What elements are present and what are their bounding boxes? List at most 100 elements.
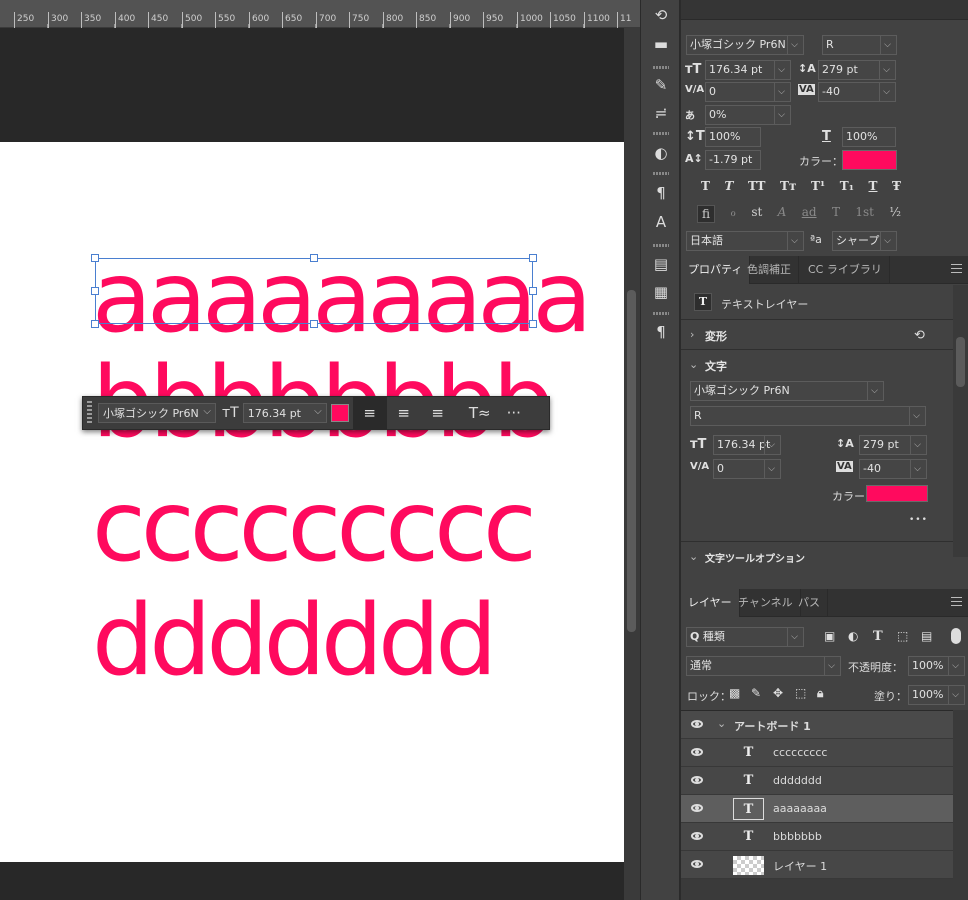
layer-row[interactable]: T ddddddd	[681, 767, 953, 795]
paragraph-icon[interactable]: ¶	[650, 321, 672, 343]
char-leading-select[interactable]: 279 pt ⌵	[818, 60, 896, 80]
text-layer-d[interactable]: ddddddd	[92, 592, 497, 690]
history-icon[interactable]: ⟲	[650, 4, 672, 26]
notes-icon[interactable]: ▦	[650, 281, 672, 303]
align-center-button[interactable]: ≡	[387, 396, 421, 430]
chevron-down-icon[interactable]: ⌄	[717, 717, 726, 730]
transform-handle-r[interactable]	[529, 287, 537, 295]
layers-scrollbar[interactable]	[953, 710, 968, 900]
strikethrough-button[interactable]: Ŧ	[892, 179, 901, 193]
panel-menu-icon[interactable]	[951, 264, 962, 273]
layer-row-selected[interactable]: T aaaaaaaa	[681, 795, 953, 823]
lock-transparent-icon[interactable]: ▩	[729, 686, 740, 700]
prop-leading-select[interactable]: 279 pt ⌵	[859, 435, 927, 455]
filter-adjustment-icon[interactable]: ◐	[848, 629, 858, 643]
layer-row[interactable]: レイヤー 1	[681, 851, 953, 879]
char-hscale-input[interactable]: 100%	[842, 127, 896, 147]
chevron-down-icon[interactable]: ⌄	[689, 358, 698, 371]
char-color-swatch[interactable]	[842, 150, 897, 170]
more-options-icon[interactable]: •••	[909, 515, 928, 525]
stylistic-alternates-button[interactable]: st	[751, 205, 762, 223]
char-baseline-input[interactable]: -1.79 pt	[705, 150, 761, 170]
tab-cc-libraries[interactable]: CC ライブラリ	[801, 256, 890, 284]
transform-bounding-box[interactable]	[91, 254, 537, 328]
fractions-button[interactable]: ½	[889, 205, 901, 223]
lock-brush-icon[interactable]: ✎	[751, 686, 761, 700]
warp-text-button[interactable]: T≈	[463, 396, 497, 430]
fill-input[interactable]: 100% ⌵	[908, 685, 965, 705]
clone-source-icon[interactable]: ◐	[650, 142, 672, 164]
visibility-eye-icon[interactable]	[691, 804, 703, 812]
language-select[interactable]: 日本語 ⌵	[686, 231, 804, 251]
font-size-select[interactable]: 176.34 pt ⌵	[242, 403, 327, 423]
tab-adjustments[interactable]: 色調補正	[740, 256, 799, 284]
reset-transform-icon[interactable]: ⟲	[914, 328, 925, 343]
char-font-style-select[interactable]: R ⌵	[822, 35, 897, 55]
char-font-family-select[interactable]: 小塚ゴシック Pr6N ⌵	[686, 35, 804, 55]
visibility-eye-icon[interactable]	[691, 860, 703, 868]
visibility-eye-icon[interactable]	[691, 720, 703, 728]
font-family-select[interactable]: 小塚ゴシック Pr6N ⌵	[98, 403, 216, 423]
prop-font-family-select[interactable]: 小塚ゴシック Pr6N ⌵	[690, 381, 884, 401]
swash-button[interactable]: A	[778, 205, 787, 223]
filter-pixel-icon[interactable]: ▣	[824, 629, 835, 643]
transform-handle-b[interactable]	[310, 320, 318, 328]
prop-kerning-select[interactable]: 0 ⌵	[713, 459, 781, 479]
char-size-select[interactable]: 176.34 pt ⌵	[705, 60, 791, 80]
artboard[interactable]: aaaaaaaaa bbbbbbbb ccccccccc ddddddd	[0, 142, 624, 862]
brush-settings-icon[interactable]: ✎	[650, 74, 672, 96]
transform-handle-br[interactable]	[529, 320, 537, 328]
char-tracking-select[interactable]: -40 ⌵	[818, 82, 896, 102]
visibility-eye-icon[interactable]	[691, 832, 703, 840]
prop-font-style-select[interactable]: R ⌵	[690, 406, 926, 426]
text-tool-options-section[interactable]: ⌄ 文字ツールオプション	[681, 541, 953, 571]
canvas-scroll-thumb[interactable]	[627, 290, 636, 632]
more-options-button[interactable]: ···	[497, 396, 531, 430]
brush-presets-icon[interactable]: ≓	[650, 102, 672, 124]
transform-handle-l[interactable]	[91, 287, 99, 295]
tab-paths[interactable]: パス	[791, 589, 828, 617]
align-left-button[interactable]: ≡	[352, 396, 387, 430]
visibility-eye-icon[interactable]	[691, 776, 703, 784]
artboard-group-row[interactable]: ⌄ アートボード 1	[681, 711, 953, 739]
filter-smart-object-icon[interactable]: ▤	[921, 629, 932, 643]
ligatures-button[interactable]: fi	[697, 205, 716, 223]
text-color-swatch[interactable]	[330, 404, 349, 422]
ordinals-button[interactable]: 1st	[855, 205, 874, 223]
prop-size-select[interactable]: 176.34 pt ⌵	[713, 435, 781, 455]
properties-scroll-thumb[interactable]	[956, 337, 965, 387]
prop-tracking-select[interactable]: -40 ⌵	[859, 459, 927, 479]
lock-move-icon[interactable]: ✥	[773, 686, 783, 700]
lock-all-icon[interactable]: 🔒︎	[817, 686, 823, 701]
transform-handle-bl[interactable]	[91, 320, 99, 328]
panel-menu-icon[interactable]	[951, 597, 962, 606]
layer-row[interactable]: T ccccccccc	[681, 739, 953, 767]
character-styles-icon[interactable]: A	[650, 211, 672, 233]
discretionary-ligatures-button[interactable]: ℴ	[730, 205, 736, 223]
opacity-input[interactable]: 100% ⌵	[908, 656, 965, 676]
glyphs-icon[interactable]: ▤	[650, 253, 672, 275]
paragraph-styles-icon[interactable]: ¶	[650, 182, 672, 204]
transform-handle-tl[interactable]	[91, 254, 99, 262]
faux-italic-button[interactable]: T	[725, 179, 734, 193]
drag-grip-icon[interactable]	[87, 401, 92, 425]
transform-handle-t[interactable]	[310, 254, 318, 262]
char-tsume-select[interactable]: 0% ⌵	[705, 105, 791, 125]
superscript-button[interactable]: T¹	[811, 179, 825, 193]
text-layer-c[interactable]: ccccccccc	[92, 478, 537, 576]
all-caps-button[interactable]: TT	[748, 179, 765, 193]
visibility-eye-icon[interactable]	[691, 748, 703, 756]
antialias-select[interactable]: シャープ ⌵	[832, 231, 897, 251]
align-right-button[interactable]: ≡	[421, 396, 455, 430]
subscript-button[interactable]: T₁	[840, 179, 854, 193]
filter-shape-icon[interactable]: ⬚	[897, 629, 908, 643]
ordinals-alt-button[interactable]: T	[832, 205, 840, 223]
filter-toggle[interactable]	[951, 628, 961, 644]
titling-alternates-button[interactable]: ad	[802, 205, 817, 223]
comments-icon[interactable]: ▬	[650, 33, 672, 55]
underline-button[interactable]: T	[869, 179, 878, 193]
layer-filter-select[interactable]: Q 種類 ⌵	[686, 627, 804, 647]
char-vscale-input[interactable]: 100%	[705, 127, 761, 147]
prop-color-swatch[interactable]	[866, 485, 928, 502]
blend-mode-select[interactable]: 通常 ⌵	[686, 656, 841, 676]
